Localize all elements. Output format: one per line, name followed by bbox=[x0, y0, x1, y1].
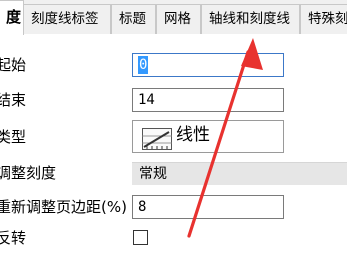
rescale-select[interactable]: 常规 bbox=[132, 162, 347, 185]
tab-special-ticks[interactable]: 特殊刻 bbox=[300, 4, 347, 34]
type-row: 类型 线性 bbox=[0, 120, 347, 154]
tab-title[interactable]: 标题 bbox=[111, 4, 156, 34]
reverse-label: 反转 bbox=[0, 229, 27, 247]
reverse-row: 反转 bbox=[0, 223, 347, 253]
tab-strip: 度 刻度线标签 标题 网格 轴线和刻度线 特殊刻 bbox=[0, 0, 347, 35]
tab-grid[interactable]: 网格 bbox=[156, 4, 201, 34]
reverse-checkbox[interactable] bbox=[133, 230, 148, 245]
rescale-row: 调整刻度 常规 bbox=[0, 158, 347, 188]
end-input[interactable]: 14 bbox=[132, 88, 284, 112]
end-label: 结束 bbox=[0, 91, 27, 109]
axis-properties-panel: 度 刻度线标签 标题 网格 轴线和刻度线 特殊刻 起始 0 结束 14 类型 线… bbox=[0, 0, 347, 258]
end-row: 结束 14 bbox=[0, 85, 347, 115]
start-label: 起始 bbox=[0, 56, 27, 74]
start-row: 起始 0 bbox=[0, 50, 347, 80]
start-input[interactable]: 0 bbox=[132, 53, 284, 77]
linear-scale-icon bbox=[142, 128, 172, 150]
tab-scale[interactable]: 度 bbox=[0, 0, 24, 35]
rescale-margin-row: 重新调整页边距(%) 8 bbox=[0, 192, 347, 222]
type-selector[interactable]: 线性 bbox=[132, 120, 284, 153]
start-value: 0 bbox=[138, 56, 149, 74]
tab-axis-and-ticks[interactable]: 轴线和刻度线 bbox=[201, 4, 300, 34]
type-label: 类型 bbox=[0, 128, 27, 146]
tab-tick-labels[interactable]: 刻度线标签 bbox=[23, 4, 111, 34]
type-value: 线性 bbox=[176, 125, 210, 145]
rescale-label: 调整刻度 bbox=[0, 164, 57, 182]
rescale-margin-input[interactable]: 8 bbox=[132, 195, 284, 219]
rescale-margin-label: 重新调整页边距(%) bbox=[0, 198, 127, 216]
